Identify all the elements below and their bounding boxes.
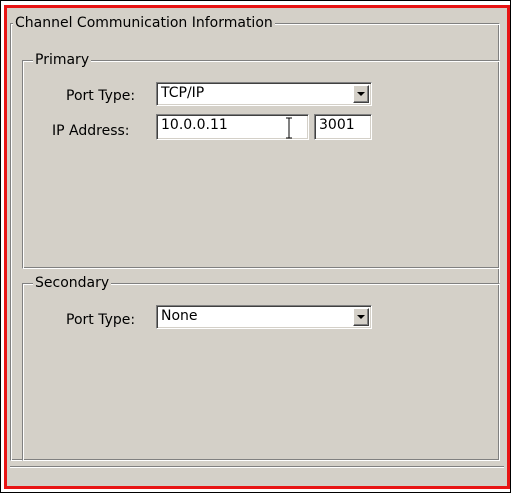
secondary-port-type-select[interactable]: None: [156, 305, 372, 329]
chevron-down-icon: [357, 92, 365, 96]
secondary-port-type-label: Port Type:: [66, 312, 136, 328]
channel-panel: Channel Communication Information Primar…: [4, 5, 510, 489]
secondary-title: Secondary: [33, 275, 112, 291]
chevron-down-icon: [357, 315, 365, 319]
bottom-divider: [10, 466, 504, 468]
channel-communication-title: Channel Communication Information: [13, 15, 275, 31]
secondary-port-type-dropdown-button[interactable]: [353, 308, 369, 326]
primary-port-type-value: TCP/IP: [161, 85, 205, 101]
port-number-value: 3001: [319, 117, 355, 133]
ip-address-value: 10.0.0.11: [161, 117, 228, 133]
ip-address-label: IP Address:: [52, 123, 130, 139]
window-frame: Channel Communication Information Primar…: [0, 0, 511, 493]
primary-port-type-dropdown-button[interactable]: [353, 85, 369, 103]
primary-port-type-select[interactable]: TCP/IP: [156, 82, 372, 106]
primary-port-type-label: Port Type:: [66, 88, 136, 104]
port-number-input[interactable]: 3001: [314, 114, 372, 140]
i-beam-cursor-icon: [286, 117, 292, 139]
secondary-port-type-value: None: [161, 308, 198, 324]
primary-title: Primary: [33, 52, 92, 68]
ip-address-input[interactable]: 10.0.0.11: [156, 114, 309, 140]
